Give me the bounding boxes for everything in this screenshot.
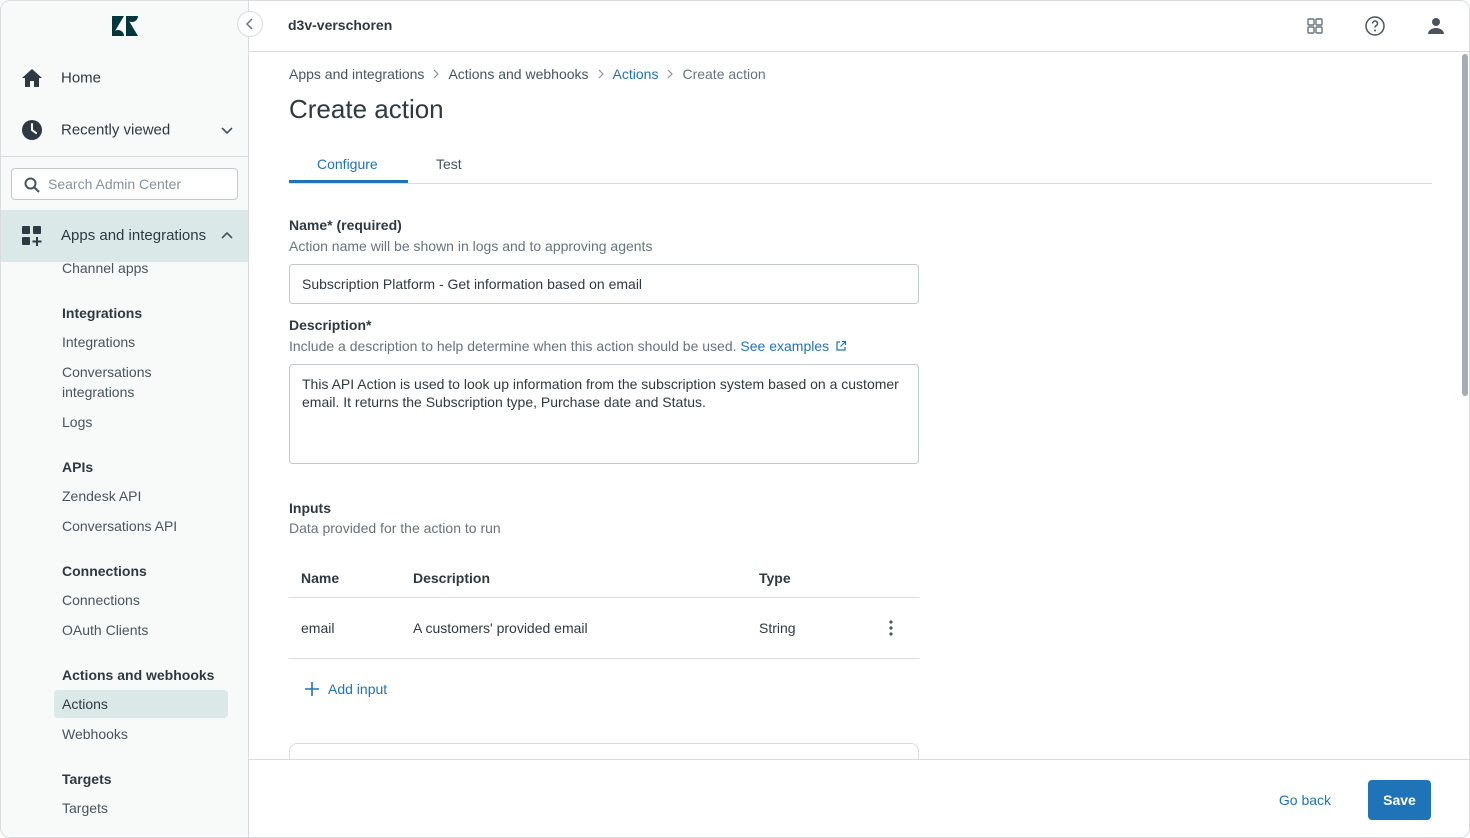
app-window: Home Recently viewed Search Admin Center… bbox=[0, 0, 1470, 838]
clock-icon bbox=[22, 120, 42, 140]
see-examples-link-label: See examples bbox=[740, 338, 830, 354]
breadcrumb-apps-and-integrations[interactable]: Apps and integrations bbox=[289, 66, 424, 82]
breadcrumb-create-action: Create action bbox=[682, 66, 766, 82]
table-row: email A customers' provided email String bbox=[289, 598, 919, 659]
main-scrollbar[interactable] bbox=[1462, 54, 1468, 396]
nav-home[interactable]: Home bbox=[1, 52, 248, 104]
sidebar-item-conversations-integrations[interactable]: Conversations integrations bbox=[62, 362, 152, 402]
description-hint-text: Include a description to help determine … bbox=[289, 338, 737, 354]
save-button[interactable]: Save bbox=[1368, 780, 1431, 820]
kebab-menu-icon bbox=[889, 620, 893, 636]
go-back-button[interactable]: Go back bbox=[1267, 780, 1343, 820]
chevron-left-icon bbox=[245, 18, 253, 30]
nav-apps-and-integrations-label: Apps and integrations bbox=[61, 227, 207, 244]
nav-home-label: Home bbox=[61, 69, 102, 87]
sidebar-group-apis: APIs bbox=[62, 459, 94, 475]
zendesk-logo bbox=[112, 16, 138, 36]
sidebar-group-actions-webhooks: Actions and webhooks bbox=[62, 667, 215, 683]
page-title: Create action bbox=[289, 94, 444, 124]
name-input[interactable] bbox=[290, 265, 918, 303]
sidebar-item-integrations[interactable]: Integrations bbox=[62, 332, 135, 352]
row-options-button[interactable] bbox=[883, 618, 899, 638]
home-icon bbox=[22, 69, 42, 87]
sidebar-item-logs[interactable]: Logs bbox=[62, 412, 92, 432]
breadcrumb-actions[interactable]: Actions bbox=[613, 66, 659, 82]
plus-icon bbox=[305, 682, 319, 696]
sidebar-item-actions[interactable]: Actions bbox=[62, 694, 108, 714]
description-label: Description* bbox=[289, 317, 372, 333]
top-header: d3v-verschoren bbox=[249, 1, 1469, 52]
name-hint: Action name will be shown in logs and to… bbox=[289, 238, 653, 254]
chevron-right-icon bbox=[668, 69, 674, 79]
name-label: Name* (required) bbox=[289, 217, 402, 233]
sidebar-group-integrations: Integrations bbox=[62, 305, 143, 321]
column-header-description: Description bbox=[413, 570, 491, 586]
add-input-button[interactable]: Add input bbox=[305, 681, 387, 697]
description-hint: Include a description to help determine … bbox=[289, 338, 847, 354]
sidebar-group-targets: Targets bbox=[62, 771, 112, 787]
sidebar-item-channel-apps[interactable]: Channel apps bbox=[62, 258, 148, 278]
column-header-name: Name bbox=[301, 570, 340, 586]
nav-recently-viewed[interactable]: Recently viewed bbox=[1, 104, 248, 156]
tab-test[interactable]: Test bbox=[436, 156, 462, 172]
search-input[interactable] bbox=[48, 169, 233, 199]
admin-search bbox=[11, 168, 238, 200]
sidebar-item-conversations-api[interactable]: Conversations API bbox=[62, 516, 177, 536]
help-icon[interactable] bbox=[1363, 14, 1387, 38]
sidebar-item-targets[interactable]: Targets bbox=[62, 798, 108, 818]
input-name-cell: email bbox=[301, 620, 335, 636]
input-description-cell: A customers' provided email bbox=[413, 620, 588, 636]
sidebar-item-label: Conversations bbox=[62, 364, 152, 380]
main-content: Apps and integrations Actions and webhoo… bbox=[249, 52, 1469, 759]
chevron-up-icon bbox=[221, 231, 233, 239]
next-section-card bbox=[289, 743, 919, 759]
chevron-right-icon bbox=[598, 69, 604, 79]
user-avatar-icon[interactable] bbox=[1424, 14, 1448, 38]
inputs-title: Inputs bbox=[289, 500, 331, 516]
add-input-label: Add input bbox=[328, 681, 388, 697]
apps-grid-icon bbox=[22, 226, 42, 246]
external-link-icon bbox=[836, 340, 847, 351]
sidebar-item-zendesk-api[interactable]: Zendesk API bbox=[62, 486, 141, 506]
table-header: Name Description Type bbox=[289, 558, 919, 598]
sidebar-item-label: integrations bbox=[62, 384, 135, 400]
sidebar: Home Recently viewed Search Admin Center… bbox=[1, 1, 249, 837]
description-field: This API Action is used to look up infor… bbox=[289, 364, 919, 464]
nav-apps-and-integrations[interactable]: Apps and integrations bbox=[1, 210, 248, 262]
tab-active-indicator bbox=[289, 180, 408, 183]
chevron-down-icon bbox=[221, 127, 233, 135]
tab-list: Configure Test bbox=[289, 146, 1432, 184]
sidebar-divider bbox=[1, 156, 248, 157]
footer-bar: Go back Save bbox=[249, 759, 1469, 837]
name-field bbox=[289, 264, 919, 304]
column-header-type: Type bbox=[759, 570, 791, 586]
sidebar-item-connections[interactable]: Connections bbox=[62, 590, 140, 610]
collapse-sidebar-button[interactable] bbox=[237, 11, 263, 37]
nav-recently-viewed-label: Recently viewed bbox=[61, 121, 171, 139]
search-icon bbox=[24, 177, 40, 193]
inputs-hint: Data provided for the action to run bbox=[289, 520, 501, 536]
breadcrumb-actions-and-webhooks[interactable]: Actions and webhooks bbox=[448, 66, 588, 82]
tab-configure[interactable]: Configure bbox=[317, 156, 378, 172]
sidebar-group-connections: Connections bbox=[62, 563, 147, 579]
input-type-cell: String bbox=[759, 620, 796, 636]
sidebar-item-webhooks[interactable]: Webhooks bbox=[62, 724, 128, 744]
sidebar-item-oauth-clients[interactable]: OAuth Clients bbox=[62, 620, 148, 640]
account-name: d3v-verschoren bbox=[288, 17, 393, 33]
description-textarea[interactable]: This API Action is used to look up infor… bbox=[290, 365, 918, 463]
see-examples-link[interactable]: See examples bbox=[740, 338, 847, 354]
chevron-right-icon bbox=[434, 69, 440, 79]
breadcrumb: Apps and integrations Actions and webhoo… bbox=[289, 66, 766, 82]
apps-menu-icon[interactable] bbox=[1303, 14, 1327, 38]
